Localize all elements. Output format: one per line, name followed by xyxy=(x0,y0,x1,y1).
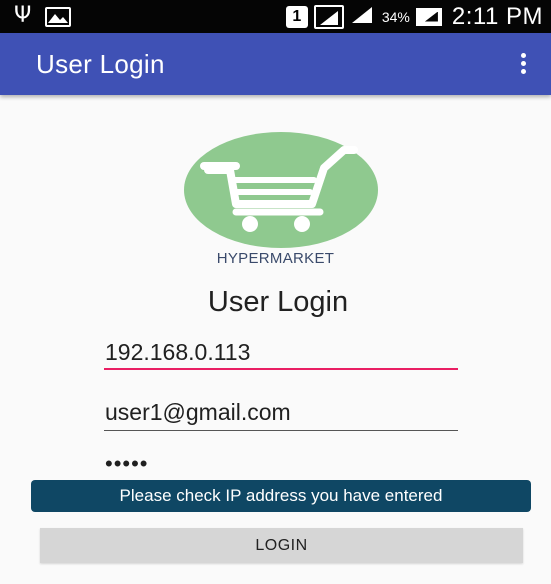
email-input[interactable] xyxy=(104,395,458,431)
ip-address-input[interactable] xyxy=(104,336,458,370)
overflow-menu-icon[interactable] xyxy=(519,53,527,75)
login-button[interactable]: LOGIN xyxy=(40,528,523,563)
signal-icon-2 xyxy=(350,4,374,29)
status-left-icons: Ψ xyxy=(14,3,72,29)
app-bar-title: User Login xyxy=(36,49,165,79)
battery-icon xyxy=(415,7,442,26)
brand-name: HYPERMARKET xyxy=(216,250,335,267)
hypermarket-logo xyxy=(184,132,378,248)
usb-icon: Ψ xyxy=(14,3,32,28)
app-bar: User Login xyxy=(0,33,551,95)
status-bar: Ψ 1 34% 2:11 PM xyxy=(0,0,551,33)
toast-message: Please check IP address you have entered xyxy=(31,480,531,512)
status-clock: 2:11 PM xyxy=(451,2,543,30)
gallery-icon xyxy=(45,7,72,27)
status-right-icons: 1 34% 2:11 PM xyxy=(285,0,543,33)
shopping-cart-icon xyxy=(200,146,358,232)
battery-percent: 34% xyxy=(381,8,410,25)
sim-icon: 1 xyxy=(285,5,308,28)
signal-icon xyxy=(313,4,344,29)
page-title: User Login xyxy=(207,286,349,318)
password-input[interactable]: ••••• xyxy=(104,453,458,480)
